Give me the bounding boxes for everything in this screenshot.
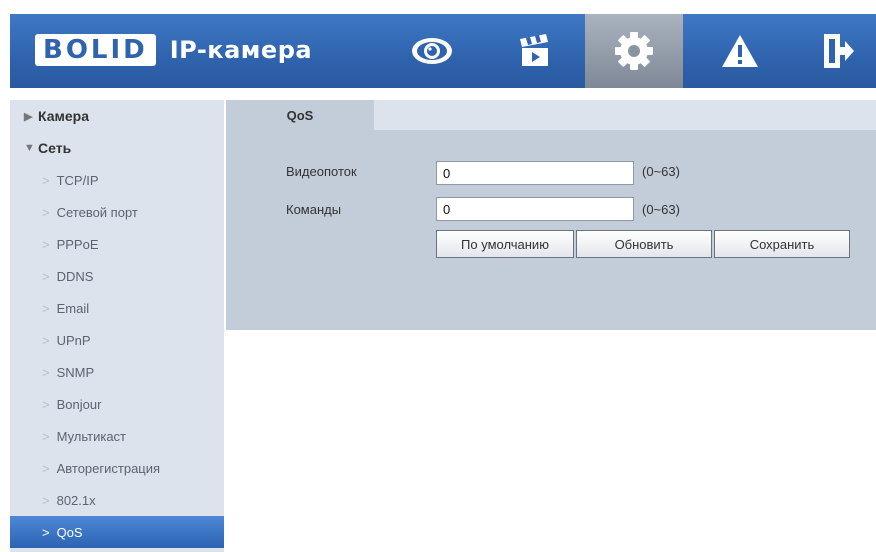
chevron-right-icon: > [42,236,50,252]
sidebar-item-label: TCP/IP [56,172,99,188]
video-stream-label: Видеопоток [286,164,357,179]
nav-settings-button[interactable] [585,14,683,88]
app-title: IP-камера [169,36,313,64]
sidebar-section-label: Камера [38,108,89,124]
sidebar-item-label: Сетевой порт [56,204,138,220]
sidebar-item-pppoe[interactable]: > PPPoE [10,228,224,260]
tab-bar: QoS [226,100,876,130]
logo-mark: BOLID [35,34,156,66]
sidebar-item-ddns[interactable]: > DDNS [10,260,224,292]
sidebar-item-8021x[interactable]: >802.1x [10,484,224,516]
chevron-right-icon: > [42,428,50,444]
sidebar-item-bonjour[interactable]: > Bonjour [10,388,224,420]
sidebar-item-label: SNMP [56,364,95,380]
chevron-right-icon: > [42,300,50,316]
sidebar-item-snmp[interactable]: > SNMP [10,356,224,388]
sidebar-section-network[interactable]: ▼ Сеть [10,132,224,164]
chevron-right-icon: > [42,364,50,380]
chevron-right-icon: > [42,204,50,220]
save-button[interactable]: Сохранить [714,230,850,258]
gear-icon [615,32,653,70]
sidebar-item-label: QoS [56,524,83,540]
sidebar-section-camera[interactable]: ▶ Камера [10,100,224,132]
commands-range: (0~63) [642,202,680,217]
clapperboard-icon [520,34,548,66]
top-header: BOLID IP-камера [10,14,876,88]
sidebar-item-email[interactable]: > Email [10,292,224,324]
warning-icon [722,35,758,67]
chevron-right-icon: > [42,492,50,508]
sidebar-item-auto-register[interactable]: > Авторегистрация [10,452,224,484]
sidebar-item-label: Мультикаст [56,428,126,444]
chevron-right-icon: > [42,268,50,284]
default-button[interactable]: По умолчанию [436,230,574,258]
chevron-right-icon: > [42,172,50,188]
sidebar-item-network-port[interactable]: > Сетевой порт [10,196,224,228]
nav-logout-button[interactable] [789,14,876,88]
eye-icon [412,38,452,64]
chevron-right-icon: > [42,396,50,412]
commands-label: Команды [286,202,342,217]
qos-settings-panel: Видеопоток (0~63) Команды (0~63) По умол… [226,130,876,330]
chevron-right-icon: > [42,460,50,476]
video-stream-input[interactable] [436,161,634,185]
sidebar-item-upnp[interactable]: > UPnP [10,324,224,356]
sidebar-item-label: PPPoE [56,236,99,252]
sidebar-item-label: UPnP [56,332,91,348]
sidebar-item-label: Авторегистрация [56,460,161,476]
logo: BOLID IP-камера [35,32,312,68]
commands-input[interactable] [436,197,634,221]
sidebar-section-label: Сеть [38,140,72,156]
sidebar-item-multicast[interactable]: > Мультикаст [10,420,224,452]
sidebar-item-label: DDNS [56,268,94,284]
exit-icon [824,34,854,68]
triangle-down-icon: ▼ [24,142,35,154]
sidebar: ▶ Камера ▼ Сеть > TCP/IP > Сетевой порт > P… [10,100,224,552]
sidebar-item-qos[interactable]: > QoS [10,516,224,548]
nav-alarm-button[interactable] [691,14,789,88]
chevron-right-icon: > [42,524,50,540]
sidebar-item-label: Bonjour [56,396,102,412]
nav-live-view-button[interactable] [383,14,481,88]
refresh-button[interactable]: Обновить [576,230,712,258]
triangle-right-icon: ▶ [24,110,33,123]
video-stream-range: (0~63) [642,164,680,179]
tab-qos[interactable]: QoS [226,100,374,130]
sidebar-item-label: 802.1x [56,492,96,508]
sidebar-item-label: Email [56,300,90,316]
nav-playback-button[interactable] [487,14,585,88]
chevron-right-icon: > [42,332,50,348]
sidebar-item-tcpip[interactable]: > TCP/IP [10,164,224,196]
